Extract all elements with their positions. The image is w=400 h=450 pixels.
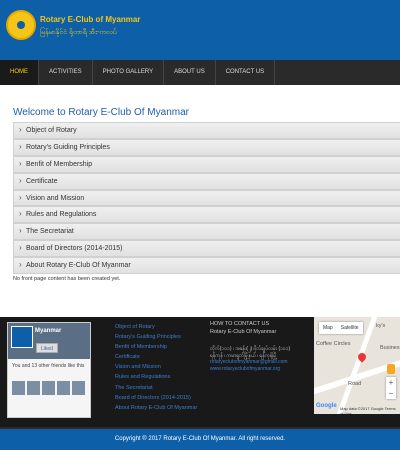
accordion-item[interactable]: Board of Directors (2014-2015) — [13, 240, 400, 258]
nav-item-home[interactable]: HOME — [0, 60, 39, 85]
nav-item-contact-us[interactable]: CONTACT US — [216, 60, 276, 85]
map-google-logo: Google — [316, 403, 337, 409]
avatar[interactable] — [12, 381, 25, 395]
footer-link[interactable]: Rules and Regulations — [115, 372, 197, 382]
page-title: Welcome to Rotary E-Club Of Myanmar — [13, 107, 189, 118]
map-tab-map[interactable]: Map — [319, 322, 337, 334]
site-title[interactable]: Rotary E-Club of Myanmar — [40, 15, 140, 24]
footer-link[interactable]: Certificate — [115, 352, 197, 362]
nav-item-about-us[interactable]: ABOUT US — [164, 60, 216, 85]
map-attribution[interactable]: Map data ©2017 Google Terms of Use — [340, 406, 400, 414]
nav-item-photo-gallery[interactable]: PHOTO GALLERY — [93, 60, 165, 85]
avatar[interactable] — [57, 381, 70, 395]
map-label: ky's — [376, 323, 386, 329]
facebook-page-name[interactable]: Myanmar — [35, 328, 61, 334]
street-view-icon[interactable] — [387, 364, 395, 374]
accordion-item[interactable]: The Secretariat — [13, 223, 400, 241]
map-label: Coffee Circles — [316, 341, 351, 347]
copyright-bar: Copyright ® 2017 Rotary E-Club Of Myanma… — [0, 427, 400, 450]
map-zoom-control[interactable]: + − — [386, 377, 396, 399]
map-type-tabs: Map Satellite — [319, 322, 363, 334]
map-label: Busines — [380, 345, 400, 351]
nav-item-activities[interactable]: ACTIVITIES — [39, 60, 93, 85]
avatar[interactable] — [42, 381, 55, 395]
map-tab-satellite[interactable]: Satellite — [337, 322, 363, 334]
accordion-item[interactable]: Certificate — [13, 172, 400, 190]
accordion-item[interactable]: Rotary's Guiding Principles — [13, 138, 400, 156]
accordion-item[interactable]: Object of Rotary — [13, 122, 400, 139]
main-nav: HOME ACTIVITIES PHOTO GALLERY ABOUT US C… — [0, 60, 400, 85]
facebook-widget[interactable]: Myanmar Liked You and 13 other friends l… — [7, 322, 91, 418]
contact-section: HOW TO CONTACT US Rotary E-Club Of Myanm… — [210, 320, 310, 372]
contact-name: Rotary E-Club Of Myanmar — [210, 329, 277, 335]
contact-website-link[interactable]: www.rotaryeclubofmyanmar.org — [210, 366, 310, 373]
footer: Myanmar Liked You and 13 other friends l… — [0, 317, 400, 427]
facebook-cover: Myanmar Liked — [8, 323, 90, 359]
site-subtitle: မြန်မာနိုင်ငံ ရိုတာရီ အီး-ကလပ် — [40, 29, 117, 36]
facebook-friends-text: You and 13 other friends like this — [12, 363, 85, 369]
accordion-item[interactable]: Vision and Mission — [13, 189, 400, 207]
footer-link[interactable]: Rotary's Guiding Principles — [115, 332, 197, 342]
contact-title: HOW TO CONTACT US — [210, 321, 270, 327]
facebook-friend-faces — [12, 381, 85, 395]
footer-link[interactable]: Benfit of Membership — [115, 342, 197, 352]
rotary-wheel-logo-icon[interactable] — [6, 10, 36, 40]
site-header: Rotary E-Club of Myanmar မြန်မာနိုင်ငံ ရ… — [0, 0, 400, 60]
footer-links: Object of Rotary Rotary's Guiding Princi… — [115, 322, 197, 413]
accordion-item[interactable]: Rules and Regulations — [13, 206, 400, 224]
google-map[interactable]: Map Satellite ky's Coffee Circles Busine… — [314, 317, 400, 414]
avatar[interactable] — [27, 381, 40, 395]
accordion: Object of Rotary Rotary's Guiding Princi… — [13, 122, 400, 275]
footer-link[interactable]: Vision and Mission — [115, 362, 197, 372]
accordion-item[interactable]: About Rotary E-Club Of Myanmar — [13, 257, 400, 275]
footer-link[interactable]: About Rotary E-Club Of Myanmar — [115, 403, 197, 413]
avatar[interactable] — [72, 381, 85, 395]
facebook-avatar[interactable] — [11, 326, 33, 348]
facebook-liked-button[interactable]: Liked — [36, 343, 58, 353]
accordion-item[interactable]: Benfit of Membership — [13, 155, 400, 173]
footer-link[interactable]: The Secretariat — [115, 383, 197, 393]
footer-link[interactable]: Board of Directors (2014-2015) — [115, 393, 197, 403]
no-content-message: No front page content has been created y… — [13, 276, 121, 282]
map-label: Road — [348, 381, 362, 387]
footer-link[interactable]: Object of Rotary — [115, 322, 197, 332]
